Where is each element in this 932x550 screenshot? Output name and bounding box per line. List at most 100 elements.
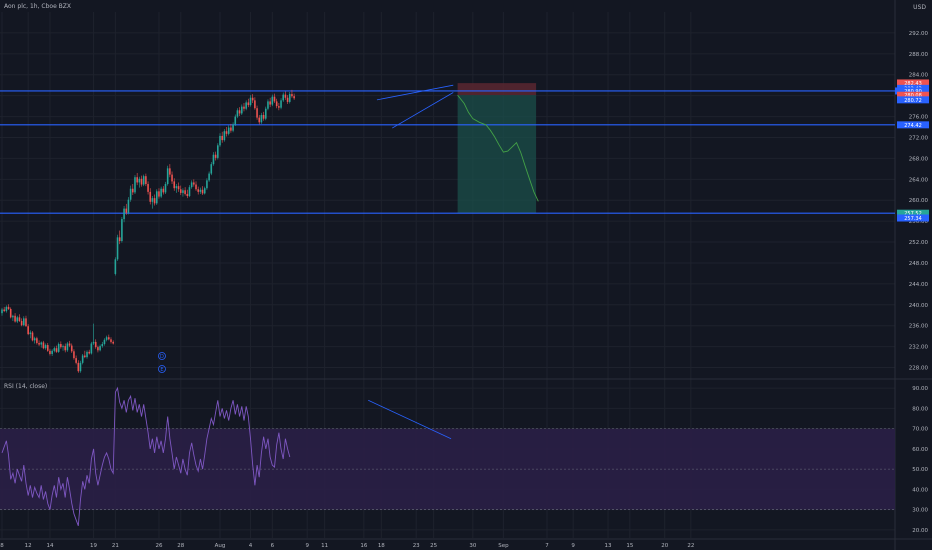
candle-body bbox=[84, 355, 86, 358]
price-axis-tick: 284.00 bbox=[909, 73, 929, 79]
candle-body bbox=[153, 198, 156, 204]
price-axis-tick: 264.00 bbox=[909, 177, 929, 183]
candle-body bbox=[151, 198, 154, 202]
candle-body bbox=[230, 127, 232, 131]
candle-body bbox=[158, 191, 160, 197]
candle-body bbox=[238, 110, 241, 114]
candle-body bbox=[182, 190, 184, 193]
candle-body bbox=[110, 339, 112, 342]
candle-body bbox=[40, 342, 43, 345]
price-axis-tick: 260.00 bbox=[909, 198, 929, 204]
chart-svg[interactable]: D E 228.00 232.00 236.00 240.00 244.00 248.00 25… bbox=[0, 0, 932, 550]
candle-body bbox=[169, 168, 171, 175]
candle-body bbox=[114, 259, 117, 274]
candle-body bbox=[179, 189, 182, 193]
candle-body bbox=[155, 191, 158, 204]
candle-body bbox=[103, 339, 106, 345]
candle-body bbox=[127, 199, 130, 213]
candle-body bbox=[7, 306, 10, 309]
time-axis-tick: 9 bbox=[305, 543, 309, 549]
candle-body bbox=[75, 358, 77, 363]
time-axis-tick: 7 bbox=[545, 543, 549, 549]
candle-body bbox=[217, 145, 219, 158]
candle-body bbox=[162, 188, 165, 193]
candle-body bbox=[44, 345, 47, 349]
candle-body bbox=[221, 135, 223, 141]
candle-body bbox=[227, 127, 230, 134]
price-axis-tick: 232.00 bbox=[909, 345, 929, 351]
event-marker-label: E bbox=[160, 367, 163, 373]
candle-body bbox=[284, 94, 287, 98]
time-axis-tick: 11 bbox=[321, 543, 328, 549]
candle-body bbox=[99, 346, 101, 351]
price-axis-tick: 240.00 bbox=[909, 303, 929, 309]
candle-body bbox=[27, 326, 29, 335]
candle-body bbox=[129, 188, 132, 200]
candle-body bbox=[232, 124, 234, 131]
candle-body bbox=[236, 110, 239, 117]
candle-body bbox=[260, 115, 263, 123]
time-axis-tick: 9 bbox=[571, 543, 575, 549]
candle-body bbox=[243, 106, 245, 109]
candle-body bbox=[3, 309, 5, 312]
candle-body bbox=[46, 345, 49, 351]
candle-body bbox=[160, 188, 162, 197]
take-profit-zone bbox=[457, 95, 537, 214]
price-label-text: 280.72 bbox=[904, 98, 922, 104]
rsi-axis-tick: 90.00 bbox=[912, 386, 928, 392]
candle-body bbox=[9, 308, 12, 318]
price-axis-tick: 292.00 bbox=[909, 31, 929, 37]
candle-body bbox=[267, 101, 269, 109]
candle-body bbox=[116, 237, 119, 260]
candle-body bbox=[212, 154, 215, 165]
candle-body bbox=[118, 237, 121, 242]
candle-body bbox=[125, 208, 128, 213]
candle-body bbox=[201, 189, 204, 194]
rsi-axis-tick: 80.00 bbox=[912, 406, 928, 412]
candle-body bbox=[77, 362, 80, 372]
candle-body bbox=[18, 317, 21, 322]
candle-body bbox=[53, 348, 56, 351]
price-axis-tick: 288.00 bbox=[909, 52, 929, 58]
candle-body bbox=[14, 315, 16, 322]
candle-body bbox=[264, 108, 267, 119]
candle-body bbox=[175, 186, 178, 189]
price-label-text: 257.34 bbox=[904, 216, 922, 222]
rsi-axis-tick: 30.00 bbox=[912, 508, 928, 514]
candle-body bbox=[171, 174, 173, 182]
price-axis-tick: 248.00 bbox=[909, 261, 929, 267]
candle-body bbox=[105, 337, 108, 340]
candle-body bbox=[97, 347, 99, 351]
candle-body bbox=[256, 108, 258, 118]
candle-body bbox=[123, 208, 125, 220]
candle-body bbox=[136, 177, 138, 183]
price-axis-tick: 236.00 bbox=[909, 324, 929, 330]
candle-body bbox=[286, 97, 289, 102]
candle-body bbox=[73, 351, 75, 359]
currency-label[interactable]: USD bbox=[913, 4, 926, 11]
candle-body bbox=[269, 101, 271, 105]
candle-body bbox=[203, 188, 206, 194]
candle-body bbox=[142, 176, 145, 185]
price-axis-tick: 272.00 bbox=[909, 135, 929, 141]
candle-body bbox=[29, 332, 32, 335]
time-axis-tick: 20 bbox=[661, 543, 668, 549]
event-marker-label: D bbox=[160, 354, 164, 360]
price-axis-tick: 228.00 bbox=[909, 366, 929, 372]
price-axis-tick: 252.00 bbox=[909, 240, 929, 246]
candle-body bbox=[177, 186, 180, 190]
candle-body bbox=[66, 343, 69, 351]
candle-body bbox=[293, 96, 295, 99]
candle-body bbox=[88, 351, 90, 354]
price-axis-tick: 268.00 bbox=[909, 156, 929, 162]
candle-body bbox=[94, 341, 97, 348]
candle-body bbox=[64, 346, 67, 351]
candle-body bbox=[49, 350, 51, 354]
stop-loss-zone bbox=[457, 83, 537, 96]
time-axis-tick: 15 bbox=[626, 543, 633, 549]
candle-body bbox=[36, 338, 38, 343]
candle-body bbox=[247, 102, 250, 106]
candle-body bbox=[262, 115, 265, 119]
candle-body bbox=[199, 189, 202, 192]
time-axis-tick: 21 bbox=[112, 543, 119, 549]
